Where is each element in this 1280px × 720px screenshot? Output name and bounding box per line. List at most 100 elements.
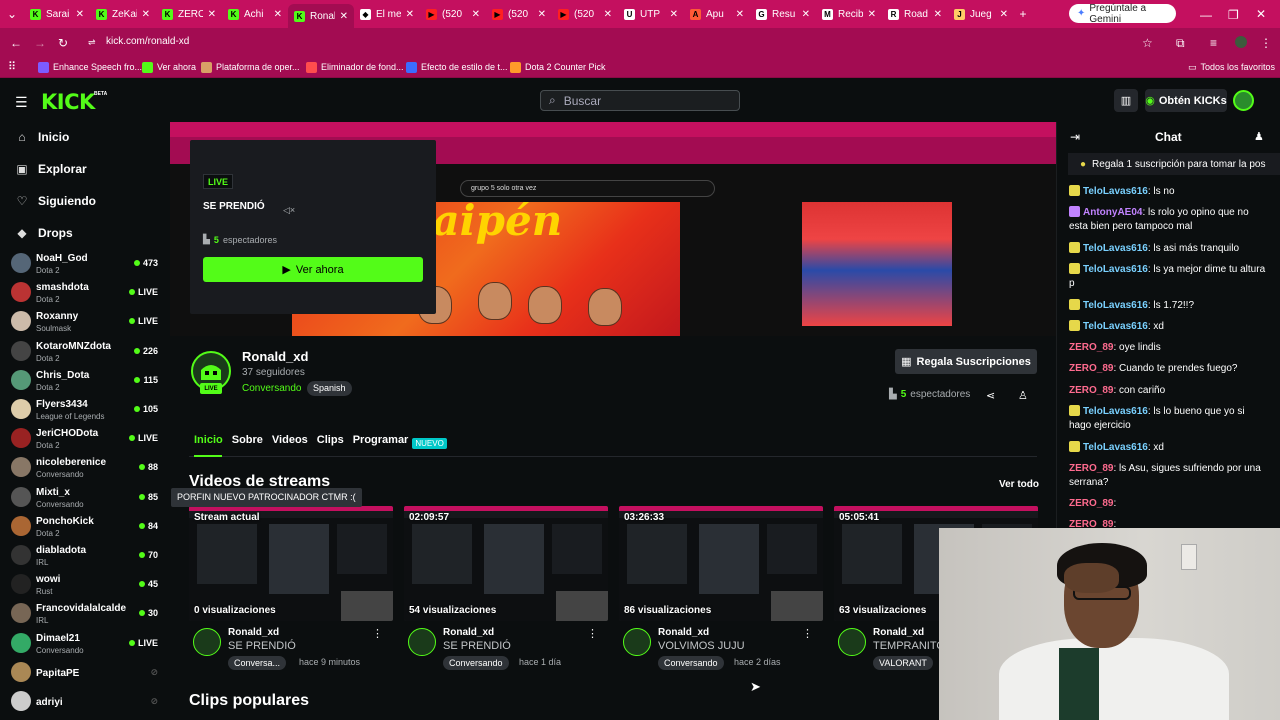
browser-tab[interactable]: K Sarai ✕: [24, 3, 90, 25]
kick-logo[interactable]: KICK: [41, 90, 95, 114]
see-all-link[interactable]: Ver todo: [999, 479, 1039, 490]
browser-tab[interactable]: G Resu ✕: [750, 3, 816, 25]
all-favorites[interactable]: ▭ Todos los favoritos: [1188, 60, 1275, 74]
tab-close-icon[interactable]: ✕: [274, 9, 282, 20]
browser-tab[interactable]: M Recib ✕: [816, 3, 882, 25]
browser-tab[interactable]: ▶ (520 ✕: [486, 3, 552, 25]
tab-clips[interactable]: Clips: [317, 434, 344, 452]
bookmark-item[interactable]: Eliminador de fond...: [306, 60, 404, 74]
tab-close-icon[interactable]: ✕: [406, 9, 414, 20]
sidebar-channel[interactable]: PapitaPE ⊘: [11, 661, 161, 687]
browser-tab[interactable]: R Road ✕: [882, 3, 948, 25]
extensions-icon[interactable]: ⧉: [1176, 36, 1185, 51]
video-author-avatar[interactable]: [408, 628, 436, 656]
browser-tab[interactable]: U UTP ✕: [618, 3, 684, 25]
chat-username[interactable]: TeloLavas616: [1083, 442, 1148, 453]
video-author-avatar[interactable]: [623, 628, 651, 656]
browser-tab[interactable]: A Apu ✕: [684, 3, 750, 25]
sidebar-channel[interactable]: KotaroMNZdota Dota 2 226: [11, 340, 161, 366]
sidebar-nav-explorar[interactable]: ▣ Explorar: [16, 162, 86, 176]
sidebar-channel[interactable]: adriyi ⊘: [11, 690, 161, 716]
search-input[interactable]: ⌕ Buscar: [540, 90, 740, 111]
tab-close-icon[interactable]: ✕: [934, 9, 942, 20]
bookmark-item[interactable]: Efecto de estilo de t...: [406, 60, 508, 74]
bookmark-item[interactable]: Plataforma de oper...: [201, 60, 300, 74]
back-icon[interactable]: ←: [10, 36, 22, 50]
tab-close-icon[interactable]: ✕: [76, 9, 84, 20]
video-title[interactable]: TEMPRANITO: [873, 640, 945, 652]
menu-icon[interactable]: ⋮: [1260, 36, 1272, 50]
browser-tab[interactable]: ◆ El me ✕: [354, 3, 420, 25]
share-icon[interactable]: ⋖: [986, 389, 995, 402]
reload-icon[interactable]: ↻: [58, 36, 68, 50]
chat-username[interactable]: ZERO_89: [1069, 385, 1113, 396]
chat-users-icon[interactable]: ♟: [1254, 130, 1264, 143]
chat-username[interactable]: ZERO_89: [1069, 498, 1113, 509]
video-category[interactable]: Conversando: [443, 656, 509, 670]
tab-close-icon[interactable]: ✕: [208, 9, 216, 20]
close-window-icon[interactable]: ✕: [1256, 7, 1266, 21]
tab-close-icon[interactable]: ✕: [670, 9, 678, 20]
user-avatar[interactable]: [1233, 90, 1254, 111]
tab-videos[interactable]: Videos: [272, 434, 308, 452]
sidebar-nav-inicio[interactable]: ⌂ Inicio: [16, 130, 69, 144]
tab-sobre[interactable]: Sobre: [232, 434, 263, 452]
video-title[interactable]: SE PRENDIÓ: [228, 640, 296, 652]
tab-close-icon[interactable]: ✕: [340, 11, 348, 22]
browser-tab[interactable]: K Ronal ✕: [288, 4, 354, 28]
sidebar-channel[interactable]: Chris_Dota Dota 2 115: [11, 369, 161, 395]
follow-user-icon[interactable]: ♙: [1018, 389, 1028, 402]
gemini-button[interactable]: ✦ Pregúntale a Gemini: [1069, 3, 1176, 25]
hamburger-icon[interactable]: ☰: [15, 94, 28, 111]
video-title[interactable]: SE PRENDIÓ: [443, 640, 511, 652]
tab-search-icon[interactable]: ⌄: [0, 7, 24, 21]
sidebar-channel[interactable]: nicoleberenice Conversando 88: [11, 456, 161, 482]
chat-username[interactable]: TeloLavas616: [1083, 186, 1148, 197]
video-menu-icon[interactable]: ⋮: [372, 627, 383, 640]
video-menu-icon[interactable]: ⋮: [802, 627, 813, 640]
get-kicks-button[interactable]: ◉ Obtén KICKs: [1145, 89, 1227, 112]
video-thumbnail[interactable]: Stream actual 0 visualizaciones: [189, 506, 393, 621]
browser-tab[interactable]: K Achi ✕: [222, 3, 288, 25]
sidebar-nav-drops[interactable]: ◆ Drops: [16, 226, 72, 240]
video-author[interactable]: Ronald_xd: [658, 627, 709, 638]
tab-close-icon[interactable]: ✕: [604, 9, 612, 20]
tab-close-icon[interactable]: ✕: [472, 9, 480, 20]
new-tab-icon[interactable]: +: [1014, 7, 1032, 21]
tab-inicio[interactable]: Inicio: [194, 434, 223, 452]
bookmark-star-icon[interactable]: ☆: [1142, 36, 1153, 50]
browser-tab[interactable]: K ZERO ✕: [156, 3, 222, 25]
mute-icon[interactable]: ◁×: [283, 205, 295, 216]
browser-tab[interactable]: ▶ (520 ✕: [552, 3, 618, 25]
sidebar-channel[interactable]: Francovidalalcalde IRL 30: [11, 602, 161, 628]
video-category[interactable]: Conversa...: [228, 656, 287, 670]
layout-button[interactable]: ▥: [1114, 89, 1138, 112]
tab-close-icon[interactable]: ✕: [868, 9, 876, 20]
watch-now-button[interactable]: ▶ Ver ahora: [203, 257, 423, 282]
video-thumbnail[interactable]: 03:26:33 86 visualizaciones: [619, 506, 823, 621]
tab-close-icon[interactable]: ✕: [1000, 9, 1008, 20]
profile-icon[interactable]: [1235, 36, 1247, 48]
apps-icon[interactable]: ⠿: [8, 60, 16, 73]
chat-username[interactable]: AntonyAE04: [1083, 207, 1142, 218]
pinned-message[interactable]: ● Regala 1 suscripción para tomar la pos: [1068, 153, 1280, 175]
video-thumbnail[interactable]: 02:09:57 54 visualizaciones: [404, 506, 608, 621]
sidebar-channel[interactable]: smashdota Dota 2 LIVE: [11, 281, 161, 307]
gift-subs-button[interactable]: ▦ Regala Suscripciones: [895, 349, 1037, 374]
browser-tab[interactable]: K ZeKai ✕: [90, 3, 156, 25]
maximize-icon[interactable]: ❐: [1228, 8, 1239, 22]
sidebar-channel[interactable]: Flyers3434 League of Legends 105: [11, 398, 161, 424]
chat-username[interactable]: ZERO_89: [1069, 363, 1113, 374]
tab-programar[interactable]: Programar: [353, 434, 409, 452]
sidebar-channel[interactable]: NoaH_God Dota 2 473: [11, 252, 161, 278]
bookmark-item[interactable]: Ver ahora: [142, 60, 196, 74]
channel-category[interactable]: Conversando: [242, 383, 301, 394]
video-category[interactable]: VALORANT: [873, 656, 933, 670]
forward-icon[interactable]: →: [34, 36, 46, 50]
chat-username[interactable]: TeloLavas616: [1083, 243, 1148, 254]
sidebar-channel[interactable]: Dimael21 Conversando LIVE: [11, 632, 161, 658]
collapse-chat-icon[interactable]: ⇥: [1070, 130, 1080, 144]
video-menu-icon[interactable]: ⋮: [587, 627, 598, 640]
chat-username[interactable]: TeloLavas616: [1083, 264, 1148, 275]
chat-username[interactable]: TeloLavas616: [1083, 300, 1148, 311]
